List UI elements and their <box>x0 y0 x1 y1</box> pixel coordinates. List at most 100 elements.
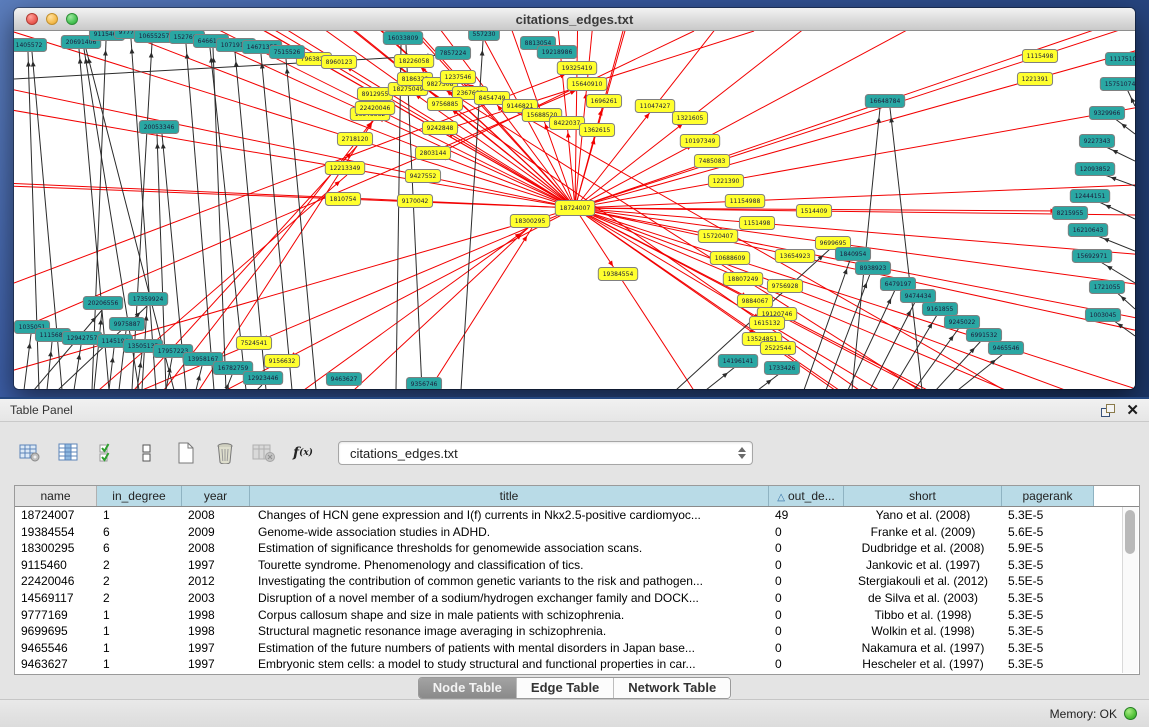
graph-edge[interactable] <box>1097 201 1135 219</box>
cell-short[interactable]: Wolkin et al. (1998) <box>844 623 1002 640</box>
graph-edge[interactable] <box>47 342 52 389</box>
cell-out_de[interactable]: 0 <box>769 623 844 640</box>
table-select-dropdown[interactable]: citations_edges.txt <box>338 441 753 465</box>
cell-out_de[interactable]: 0 <box>769 557 844 574</box>
cell-short[interactable]: Stergiakouli et al. (2012) <box>844 573 1002 590</box>
table-row[interactable]: 1456911722003Disruption of a novel membe… <box>15 590 1139 607</box>
cell-year[interactable]: 2012 <box>182 573 250 590</box>
graph-edge[interactable] <box>354 228 528 389</box>
column-header-year[interactable]: year <box>182 486 250 506</box>
cell-title[interactable]: Investigating the contribution of common… <box>250 573 769 590</box>
cell-year[interactable]: 1997 <box>182 557 250 574</box>
cell-out_de[interactable]: 0 <box>769 590 844 607</box>
graph-edge[interactable] <box>14 176 575 208</box>
cell-name[interactable]: 9465546 <box>15 640 97 657</box>
cell-pagerank[interactable]: 5.3E-5 <box>1002 507 1094 524</box>
cell-out_de[interactable]: 0 <box>769 656 844 673</box>
tab-edge-table[interactable]: Edge Table <box>517 678 614 698</box>
graph-node[interactable]: 9427552 <box>405 170 440 183</box>
cell-year[interactable]: 2008 <box>182 540 250 557</box>
graph-node[interactable]: 1840954 <box>835 248 870 261</box>
graph-node[interactable]: 14196141 <box>718 355 757 368</box>
graph-edge[interactable] <box>870 302 915 389</box>
table-row[interactable]: 1872400712008Changes of HCN gene express… <box>15 507 1139 524</box>
column-header-out_de[interactable]: △out_de... <box>769 486 844 506</box>
graph-edge[interactable] <box>804 260 850 389</box>
graph-edge[interactable] <box>14 175 575 208</box>
scrollbar-thumb[interactable] <box>1125 510 1135 554</box>
window-titlebar[interactable]: citations_edges.txt <box>14 8 1135 31</box>
column-header-in_degree[interactable]: in_degree <box>97 486 182 506</box>
cell-year[interactable]: 2009 <box>182 524 250 541</box>
function-builder-icon[interactable]: f(x) <box>291 441 315 465</box>
table-row[interactable]: 977716911998Corpus callosum shape and si… <box>15 607 1139 624</box>
cell-pagerank[interactable]: 5.3E-5 <box>1002 590 1094 607</box>
zoom-window-icon[interactable] <box>66 13 78 25</box>
column-header-pagerank[interactable]: pagerank <box>1002 486 1094 506</box>
graph-node[interactable]: 1721055 <box>1089 281 1124 294</box>
cell-name[interactable]: 22420046 <box>15 573 97 590</box>
graph-node[interactable]: 1117510 <box>1105 53 1135 66</box>
graph-node[interactable]: 9474434 <box>900 290 935 303</box>
cell-name[interactable]: 19384554 <box>15 524 97 541</box>
table-row[interactable]: 1938455462009Genome-wide association stu… <box>15 524 1139 541</box>
graph-edge[interactable] <box>575 31 645 208</box>
graph-node[interactable]: 12213349 <box>325 162 364 175</box>
graph-edge[interactable] <box>706 367 735 389</box>
cell-pagerank[interactable]: 5.3E-5 <box>1002 640 1094 657</box>
graph-edge[interactable] <box>1095 235 1135 251</box>
cell-pagerank[interactable]: 5.3E-5 <box>1002 557 1094 574</box>
cell-year[interactable]: 1997 <box>182 640 250 657</box>
graph-node[interactable]: 16033809 <box>383 32 422 45</box>
cell-pagerank[interactable]: 5.3E-5 <box>1002 623 1094 640</box>
graph-node[interactable]: 1733426 <box>764 362 799 375</box>
graph-node[interactable]: 13654923 <box>775 250 814 263</box>
cell-year[interactable]: 1997 <box>182 656 250 673</box>
table-row[interactable]: 911546021997Tourette syndrome. Phenomeno… <box>15 557 1139 574</box>
graph-node[interactable]: 17359924 <box>128 293 167 306</box>
cell-title[interactable]: Corpus callosum shape and size in male p… <box>250 607 769 624</box>
row-height-icon[interactable] <box>135 441 159 465</box>
graph-edge[interactable] <box>1104 146 1135 161</box>
cell-title[interactable]: Structural magnetic resonance image aver… <box>250 623 769 640</box>
graph-node[interactable]: 18226058 <box>394 55 433 68</box>
graph-edge[interactable] <box>890 108 922 389</box>
graph-node[interactable]: 15640910 <box>567 78 606 91</box>
graph-edge[interactable] <box>575 31 1025 208</box>
cell-pagerank[interactable]: 5.9E-5 <box>1002 540 1094 557</box>
graph-node[interactable]: 15720407 <box>698 230 737 243</box>
cell-out_de[interactable]: 0 <box>769 640 844 657</box>
graph-node[interactable]: 2522544 <box>760 342 795 355</box>
graph-edge[interactable] <box>429 228 532 389</box>
graph-node[interactable]: 9242848 <box>422 122 457 135</box>
graph-node[interactable]: 9463627 <box>326 373 361 386</box>
graph-node[interactable]: 15751074 <box>1100 78 1135 91</box>
graph-node[interactable]: 10197349 <box>680 135 719 148</box>
table-row[interactable]: 946554611997Estimation of the future num… <box>15 640 1139 657</box>
tab-network-table[interactable]: Network Table <box>614 678 730 698</box>
cell-name[interactable]: 9463627 <box>15 656 97 673</box>
graph-node[interactable]: 2803144 <box>415 147 450 160</box>
graph-node[interactable]: 9170042 <box>397 195 432 208</box>
cell-short[interactable]: Hescheler et al. (1997) <box>844 656 1002 673</box>
graph-node[interactable]: 9356746 <box>406 378 441 390</box>
cell-out_de[interactable]: 0 <box>769 573 844 590</box>
graph-edge[interactable] <box>109 348 114 389</box>
graph-node[interactable]: 7515526 <box>269 46 304 59</box>
graph-node[interactable]: 1221390 <box>708 175 743 188</box>
cell-pagerank[interactable]: 5.5E-5 <box>1002 573 1094 590</box>
cell-in_degree[interactable]: 1 <box>97 623 182 640</box>
cell-short[interactable]: de Silva et al. (2003) <box>844 590 1002 607</box>
graph-node[interactable]: 9756928 <box>767 280 802 293</box>
graph-node[interactable]: 12093852 <box>1075 163 1114 176</box>
graph-node[interactable]: 9884067 <box>737 295 772 308</box>
graph-node[interactable]: 18807249 <box>723 273 762 286</box>
cell-name[interactable]: 9699695 <box>15 623 97 640</box>
graph-node[interactable]: 16210643 <box>1068 224 1107 237</box>
graph-node[interactable]: 9161855 <box>922 303 957 316</box>
cell-short[interactable]: Nakamura et al. (1997) <box>844 640 1002 657</box>
graph-node[interactable]: 11154988 <box>725 195 764 208</box>
graph-node[interactable]: 20053346 <box>139 121 178 134</box>
graph-node[interactable]: 1405572 <box>14 39 47 52</box>
graph-node[interactable]: 15692971 <box>1072 250 1111 263</box>
